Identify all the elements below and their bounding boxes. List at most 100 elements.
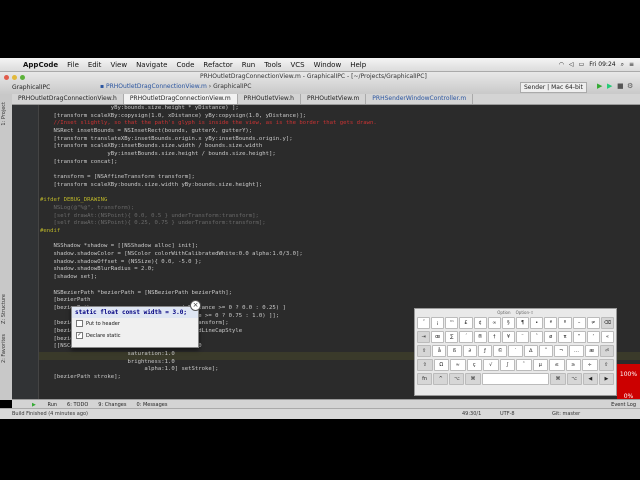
menu-code[interactable]: Code <box>176 61 194 69</box>
keyboard-key[interactable]: µ <box>532 359 548 371</box>
keyboard-key[interactable]: ≈ <box>450 359 466 371</box>
keyboard-key[interactable]: © <box>493 345 508 357</box>
code-line[interactable]: yBy:bounds.size.height * yDistance) ]; <box>40 105 640 113</box>
keyboard-key[interactable]: • <box>530 317 544 329</box>
stop-icon[interactable]: ■ <box>617 82 624 90</box>
menu-run[interactable]: Run <box>242 61 255 69</box>
code-line[interactable]: [bezierPath <box>40 297 640 305</box>
keyboard-key[interactable]: ∞ <box>487 317 501 329</box>
project-tool-tab[interactable]: 1: Project <box>1 102 7 126</box>
search-icon[interactable]: ⌕ <box>621 61 624 69</box>
keyboard-key[interactable]: ⌥ <box>566 373 582 385</box>
keyboard-key[interactable]: ⇧ <box>598 359 614 371</box>
code-line[interactable] <box>40 236 640 244</box>
declare-static-checkbox[interactable]: ✓ <box>76 332 83 339</box>
keyboard-key[interactable]: ¨ <box>515 331 530 343</box>
put-to-header-checkbox[interactable] <box>76 320 83 327</box>
code-line[interactable]: shadow.shadowColor = [NSColor colorWithC… <box>40 251 640 259</box>
keyboard-key[interactable]: ⇧ <box>417 359 433 371</box>
keyboard-key[interactable]: ¥ <box>501 331 515 343</box>
keyboard-key[interactable]: º <box>558 317 572 329</box>
keyboard-key[interactable]: £ <box>459 317 473 329</box>
keyboard-key[interactable]: ‘ <box>586 331 600 343</box>
code-line[interactable]: NSLog(@"%@", transform); <box>40 205 640 213</box>
code-line[interactable]: [self drawAt:(NSPoint){ 0.0, 0.5 } under… <box>40 213 640 221</box>
debug-icon[interactable]: ▶ <box>607 82 614 90</box>
menu-edit[interactable]: Edit <box>88 61 102 69</box>
keyboard-key[interactable]: ÷ <box>582 359 598 371</box>
code-line[interactable]: [self drawAt:(NSPoint){ 0.25, 0.75 } und… <box>40 220 640 228</box>
keyboard-key[interactable]: ¢ <box>473 317 487 329</box>
menu-clock[interactable]: Fri 09:24 <box>589 61 615 68</box>
messages-tool-button[interactable]: 0: Messages <box>136 402 167 408</box>
structure-tool-tab[interactable]: Z: Structure <box>1 294 7 324</box>
run-icon[interactable]: ▶ <box>597 82 604 90</box>
close-window-icon[interactable] <box>4 75 9 80</box>
keyboard-key[interactable]: ⌘ <box>465 373 481 385</box>
code-line[interactable]: [transform scaleXBy:copysign(1.0, xDista… <box>40 113 640 121</box>
keyboard-key[interactable]: å <box>432 345 447 357</box>
put-to-header-option[interactable]: Put to header <box>72 318 198 330</box>
git-branch[interactable]: Git: master <box>552 411 580 417</box>
keyboard-key[interactable]: ≠ <box>586 317 600 329</box>
keyboard-key[interactable]: ≤ <box>549 359 565 371</box>
keyboard-key[interactable]: ⌫ <box>600 317 614 329</box>
code-line[interactable]: #ifdef DEBUG_DRAWING <box>40 197 640 205</box>
menu-help[interactable]: Help <box>350 61 366 69</box>
todo-tool-button[interactable]: 6: TODO <box>67 402 88 408</box>
volume-icon[interactable]: ◁ <box>569 61 574 68</box>
keyboard-key[interactable]: ⌥ <box>449 373 465 385</box>
keyboard-key[interactable]: œ <box>431 331 445 343</box>
menu-view[interactable]: View <box>110 61 127 69</box>
keyboard-key[interactable]: ▶ <box>598 373 615 385</box>
keyboard-key[interactable]: ¡ <box>431 317 445 329</box>
keyboard-key[interactable]: ç <box>466 359 482 371</box>
menu-file[interactable]: File <box>67 61 79 69</box>
keyboard-key[interactable]: ^ <box>433 373 449 385</box>
keyboard-key[interactable]: ˙ <box>508 345 523 357</box>
list-icon[interactable]: ≡ <box>629 61 634 68</box>
cursor-position[interactable]: 49:30/1 <box>462 411 481 417</box>
code-line[interactable]: #endif <box>40 228 640 236</box>
keyboard-key[interactable]: ∫ <box>499 359 515 371</box>
code-line[interactable]: NSRect insetBounds = NSInsetRect(bounds,… <box>40 128 640 136</box>
zoom-window-icon[interactable] <box>20 75 25 80</box>
keyboard-key[interactable]: « <box>600 331 614 343</box>
keyboard-key[interactable]: ⇪ <box>417 345 432 357</box>
breadcrumb-project[interactable]: GraphicalIPC <box>213 83 251 90</box>
keyboard-key[interactable]: √ <box>483 359 499 371</box>
minimize-window-icon[interactable] <box>12 75 17 80</box>
keyboard-key[interactable]: ª <box>544 317 558 329</box>
keyboard-key[interactable]: ˆ <box>530 331 544 343</box>
file-encoding[interactable]: UTF-8 <box>500 411 515 417</box>
keyboard-key[interactable]: ⌘ <box>550 373 566 385</box>
battery-icon[interactable]: ▭ <box>579 61 585 68</box>
keyboard-key[interactable]: § <box>501 317 515 329</box>
code-line[interactable]: NSShadow *shadow = [[NSShadow alloc] ini… <box>40 243 640 251</box>
code-line[interactable]: shadow.shadowOffset = (NSSize){ 0.0, -5.… <box>40 259 640 267</box>
keyboard-key[interactable]: ˚ <box>538 345 554 357</box>
wifi-icon[interactable]: ◠ <box>559 61 564 68</box>
code-line[interactable]: shadow.shadowBlurRadius = 2.0; <box>40 266 640 274</box>
keyboard-key[interactable]: ⇥ <box>417 331 431 343</box>
keyboard-key[interactable]: ∑ <box>445 331 459 343</box>
keyboard-key[interactable]: ƒ <box>477 345 493 357</box>
keyboard-key[interactable]: π <box>558 331 572 343</box>
favorites-tool-tab[interactable]: 2: Favorites <box>1 334 7 363</box>
tab-dragconnectionview-h[interactable]: PRHOutletDragConnectionView.h <box>12 94 124 104</box>
code-line[interactable] <box>40 282 640 290</box>
code-line[interactable]: [transform scaleXBy:bounds.size.width yB… <box>40 182 640 190</box>
keyboard-key[interactable]: ß <box>447 345 462 357</box>
menu-window[interactable]: Window <box>314 61 342 69</box>
run-tool-button[interactable]: ▶ Run <box>22 402 57 408</box>
changes-tool-button[interactable]: 9: Changes <box>98 402 126 408</box>
tab-outletview-h[interactable]: PRHOutletView.h <box>238 94 301 104</box>
keyboard-key[interactable]: ≥ <box>565 359 581 371</box>
menu-navigate[interactable]: Navigate <box>136 61 167 69</box>
event-log-button[interactable]: Event Log <box>611 402 636 408</box>
tab-dragconnectionview-m[interactable]: PRHOutletDragConnectionView.m <box>123 94 238 104</box>
menu-appcode[interactable]: AppCode <box>23 61 58 69</box>
code-line[interactable]: [shadow set]; <box>40 274 640 282</box>
menu-tools[interactable]: Tools <box>264 61 281 69</box>
code-line[interactable]: [transform scaleXBy:insetBounds.size.wid… <box>40 143 640 151</box>
